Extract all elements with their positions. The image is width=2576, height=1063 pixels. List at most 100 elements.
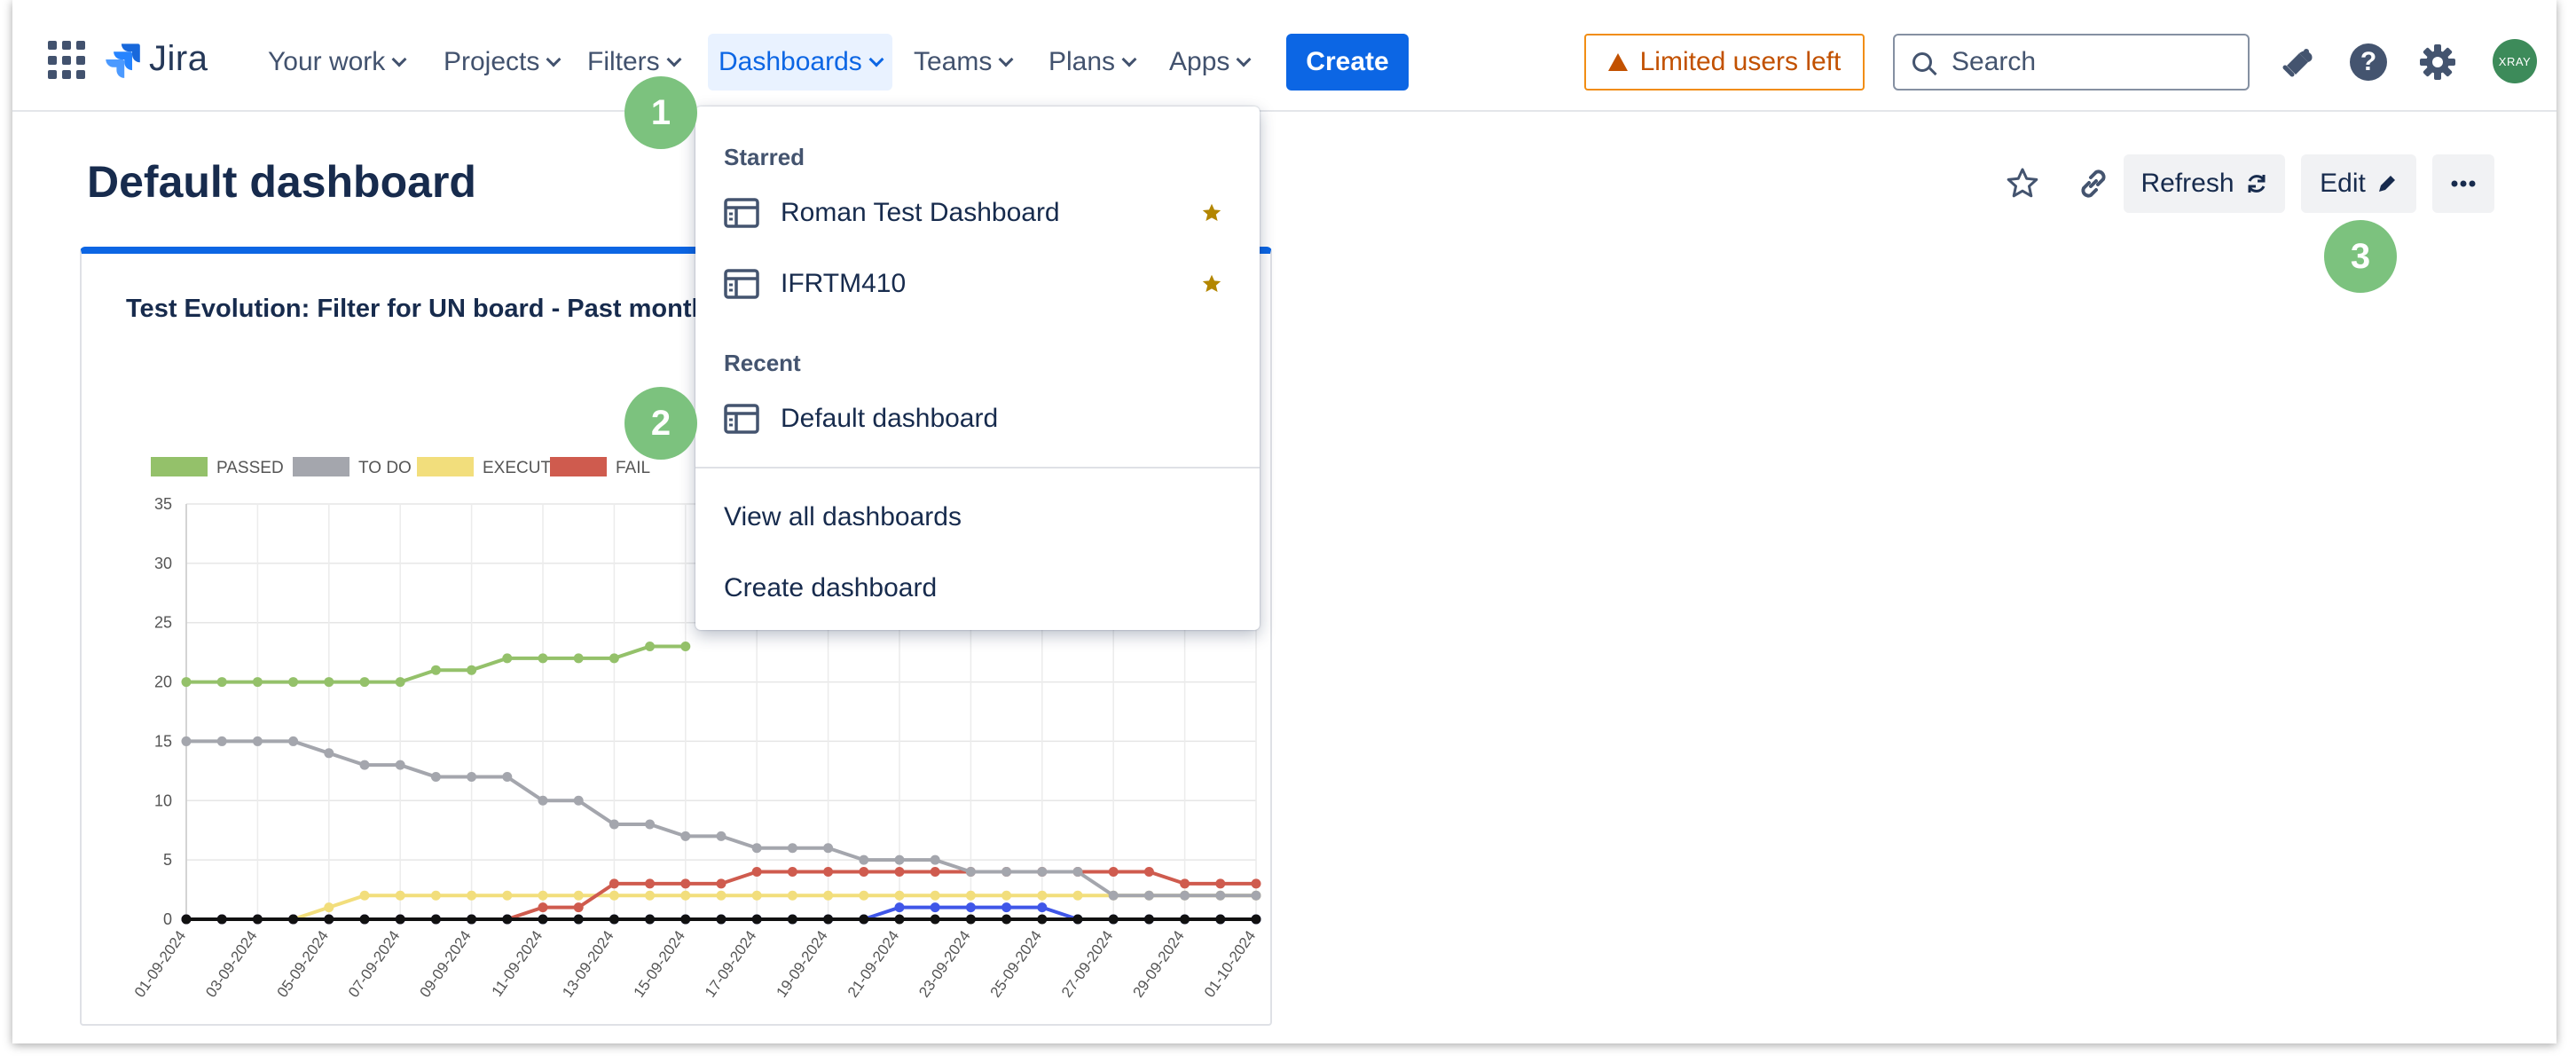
nav-label: Filters	[587, 47, 660, 76]
data-point	[894, 902, 905, 913]
data-point	[930, 854, 940, 865]
chevron-down-icon	[666, 51, 682, 67]
x-tick-label: 19-09-2024	[773, 927, 830, 1000]
data-point	[645, 641, 656, 651]
refresh-button[interactable]: Refresh	[2124, 154, 2285, 213]
app-switcher-icon[interactable]	[48, 41, 87, 80]
data-point	[859, 867, 869, 878]
refresh-icon	[2248, 175, 2266, 193]
y-tick-label: 15	[154, 732, 172, 750]
dashboard-name: Default dashboard	[781, 404, 999, 433]
data-point	[538, 914, 548, 925]
data-point	[859, 854, 869, 865]
nav-apps[interactable]: Apps	[1158, 34, 1260, 91]
more-actions-button[interactable]	[2432, 154, 2494, 213]
star-filled-icon[interactable]	[1201, 202, 1222, 224]
data-point	[573, 914, 584, 925]
data-point	[787, 890, 797, 901]
data-point	[1037, 867, 1048, 878]
data-point	[930, 867, 940, 878]
nav-label: Teams	[914, 47, 993, 76]
data-point	[965, 867, 976, 878]
data-point	[288, 914, 299, 925]
chevron-down-icon	[391, 51, 407, 67]
data-point	[1037, 890, 1048, 901]
search-input[interactable]	[1952, 47, 2235, 77]
star-outline-icon	[2007, 168, 2038, 198]
data-point	[823, 890, 834, 901]
x-tick-label: 15-09-2024	[631, 927, 688, 1000]
data-point	[609, 890, 619, 901]
nav-label: Apps	[1169, 47, 1230, 76]
data-point	[1215, 890, 1226, 901]
data-point	[324, 914, 334, 925]
y-tick-label: 0	[163, 910, 172, 928]
legend-swatch	[550, 457, 607, 476]
jira-logo[interactable]: Jira	[103, 39, 208, 79]
data-point	[573, 653, 584, 664]
data-point	[1251, 878, 1261, 889]
data-point	[645, 819, 656, 830]
data-point	[252, 677, 263, 688]
copy-link-button[interactable]	[2067, 154, 2120, 213]
settings-button[interactable]	[2415, 39, 2461, 85]
edit-button[interactable]: Edit	[2301, 154, 2416, 213]
data-point	[216, 677, 227, 688]
star-filled-icon[interactable]	[1201, 273, 1222, 295]
data-point	[1143, 914, 1154, 925]
dashboard-icon	[724, 269, 759, 299]
data-point	[502, 653, 513, 664]
starred-dashboard-item[interactable]: Roman Test Dashboard	[695, 181, 1260, 245]
data-point	[395, 677, 405, 688]
nav-label: Your work	[268, 47, 386, 76]
x-tick-label: 23-09-2024	[915, 927, 973, 1000]
nav-teams[interactable]: Teams	[903, 34, 1022, 91]
recent-dashboard-item[interactable]: Default dashboard	[695, 387, 1260, 451]
data-point	[645, 878, 656, 889]
data-point	[680, 890, 691, 901]
data-point	[823, 867, 834, 878]
y-tick-label: 35	[154, 495, 172, 513]
y-tick-label: 30	[154, 555, 172, 572]
data-point	[930, 890, 940, 901]
data-point	[680, 914, 691, 925]
x-tick-label: 29-09-2024	[1129, 927, 1187, 1000]
data-point	[894, 867, 905, 878]
nav-your-work[interactable]: Your work	[257, 34, 415, 91]
nav-label: Plans	[1048, 47, 1116, 76]
nav-projects[interactable]: Projects	[433, 34, 569, 91]
legend-label: TO DO	[358, 459, 412, 477]
nav-dashboards[interactable]: Dashboards	[708, 34, 892, 91]
create-button[interactable]: Create	[1286, 34, 1409, 91]
data-point	[395, 890, 405, 901]
nav-plans[interactable]: Plans	[1038, 34, 1145, 91]
x-tick-label: 01-09-2024	[131, 927, 189, 1000]
data-point	[181, 736, 192, 746]
starred-heading: Starred	[724, 144, 805, 170]
help-button[interactable]: ?	[2345, 39, 2391, 85]
data-point	[716, 914, 726, 925]
data-point	[609, 819, 619, 830]
create-dashboard-link[interactable]: Create dashboard	[724, 573, 937, 603]
data-point	[395, 914, 405, 925]
data-point	[324, 902, 334, 913]
x-tick-label: 21-09-2024	[844, 927, 902, 1000]
limited-users-label: Limited users left	[1639, 47, 1842, 76]
data-point	[1072, 890, 1083, 901]
data-point	[1037, 902, 1048, 913]
limited-users-button[interactable]: Limited users left	[1584, 34, 1865, 91]
data-point	[716, 890, 726, 901]
data-point	[716, 878, 726, 889]
refresh-label: Refresh	[2140, 169, 2234, 198]
view-all-dashboards-link[interactable]: View all dashboards	[724, 502, 962, 532]
data-point	[430, 890, 441, 901]
avatar[interactable]: XRAY	[2493, 39, 2537, 83]
starred-dashboard-item[interactable]: IFRTM410	[695, 252, 1260, 316]
x-tick-label: 03-09-2024	[202, 927, 260, 1000]
search-box[interactable]	[1893, 34, 2250, 91]
dashboard-icon	[724, 198, 759, 228]
top-navigation: Jira Your work Projects Filters Dashboar…	[12, 0, 2556, 112]
star-button[interactable]	[1996, 154, 2049, 213]
notifications-button[interactable]	[2274, 39, 2321, 85]
data-point	[645, 914, 656, 925]
